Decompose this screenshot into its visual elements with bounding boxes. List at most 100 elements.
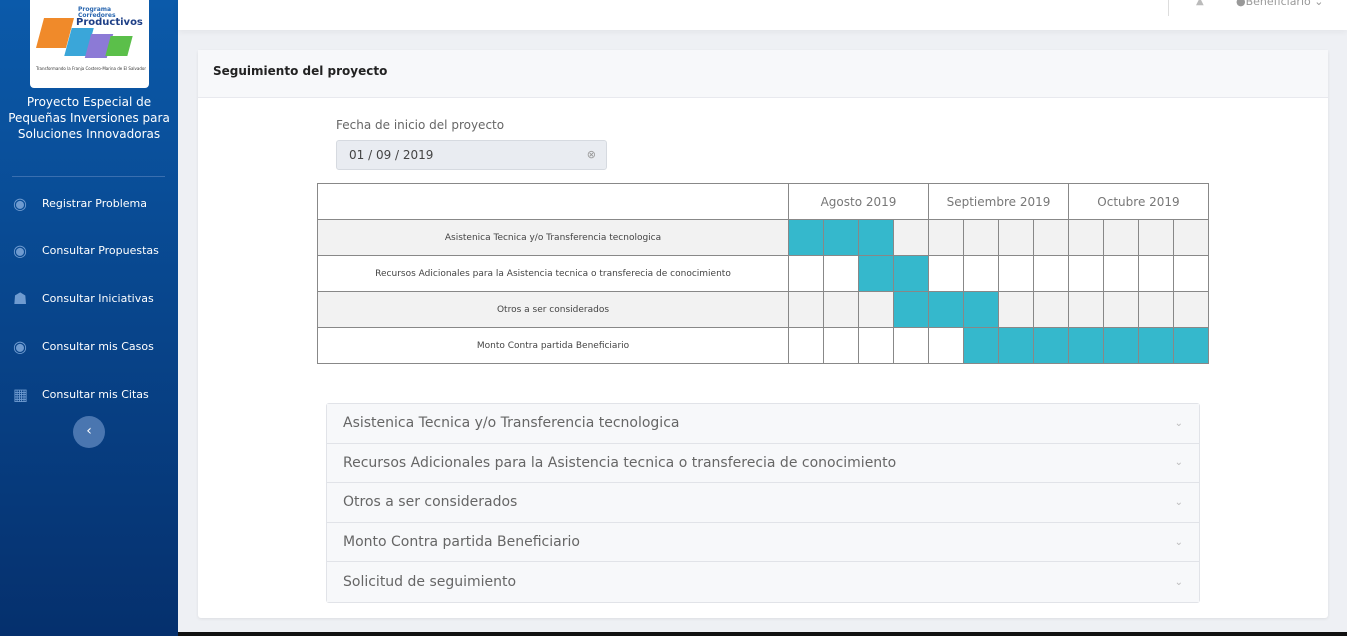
- eye-icon: ◉: [13, 193, 27, 213]
- bottom-border: [178, 632, 1347, 636]
- accordion: Asistenica Tecnica y/o Transferencia tec…: [326, 403, 1200, 603]
- accordion-item[interactable]: Solicitud de seguimiento ⌄: [327, 562, 1199, 602]
- week-cell: [963, 255, 999, 292]
- gantt-row: Otros a ser considerados: [317, 291, 1209, 328]
- accordion-item-label: Solicitud de seguimiento: [343, 574, 517, 591]
- week-cell: [823, 291, 859, 328]
- week-cell-active: [893, 291, 929, 328]
- chevron-down-icon: ⌄: [1174, 536, 1183, 548]
- week-cell-active: [893, 255, 929, 292]
- chevron-left-icon: ‹: [86, 423, 92, 439]
- week-cell: [998, 219, 1034, 256]
- week-cell: [823, 255, 859, 292]
- chevron-down-icon: ⌄: [1174, 457, 1183, 469]
- chevron-down-icon: ⌄: [1174, 576, 1183, 588]
- logo-tagline: Transformando la Franja Costero-Marina d…: [36, 66, 146, 71]
- week-cell: [1068, 255, 1104, 292]
- sidebar-item-label: Consultar Propuestas: [42, 243, 159, 257]
- gantt-corner: [317, 183, 789, 220]
- week-cell: [823, 327, 859, 364]
- eye-icon: ◉: [13, 240, 27, 260]
- collapse-sidebar-button[interactable]: ‹: [73, 416, 105, 448]
- month-header: Octubre 2019: [1068, 183, 1209, 220]
- card-title: Seguimiento del proyecto: [198, 50, 1328, 98]
- week-cell: [858, 327, 894, 364]
- week-cell-active: [858, 255, 894, 292]
- week-cell-active: [1068, 327, 1104, 364]
- date-label: Fecha de inicio del proyecto: [336, 118, 505, 132]
- week-cell-active: [963, 327, 999, 364]
- logo-line2: Productivos: [76, 17, 143, 28]
- accordion-item-label: Asistenica Tecnica y/o Transferencia tec…: [343, 415, 680, 432]
- activity-label: Monto Contra partida Beneficiario: [317, 327, 789, 364]
- accordion-item[interactable]: Monto Contra partida Beneficiario ⌄: [327, 522, 1199, 563]
- week-cell-active: [788, 219, 824, 256]
- project-title: Proyecto Especial de Pequeñas Inversione…: [8, 95, 170, 141]
- sidebar-item-consultar-propuestas[interactable]: ◉ Consultar Propuestas: [0, 239, 178, 261]
- chevron-down-icon: ⌄: [1174, 417, 1183, 429]
- month-header: Agosto 2019: [788, 183, 929, 220]
- week-cell: [928, 219, 964, 256]
- week-cell: [1033, 219, 1069, 256]
- activity-label: Asistenica Tecnica y/o Transferencia tec…: [317, 219, 789, 256]
- week-cell: [1138, 291, 1174, 328]
- clear-icon[interactable]: ⊗: [587, 148, 596, 161]
- week-cell: [1173, 291, 1209, 328]
- accordion-item-label: Monto Contra partida Beneficiario: [343, 534, 580, 551]
- users-icon: ☗: [13, 288, 28, 308]
- user-icon: ●: [1236, 0, 1246, 8]
- week-cell: [788, 291, 824, 328]
- gantt-row: Monto Contra partida Beneficiario: [317, 327, 1209, 364]
- sidebar-item-registrar-problema[interactable]: ◉ Registrar Problema: [0, 192, 178, 214]
- sidebar-item-consultar-mis-casos[interactable]: ◉ Consultar mis Casos: [0, 335, 178, 357]
- accordion-item[interactable]: Recursos Adicionales para la Asistencia …: [327, 443, 1199, 484]
- divider: [1168, 0, 1169, 16]
- gantt-header-row: Agosto 2019 Septiembre 2019 Octubre 2019: [317, 183, 1209, 220]
- user-name: Beneficiario: [1245, 0, 1311, 8]
- sidebar-item-consultar-iniciativas[interactable]: ☗ Consultar Iniciativas: [0, 287, 178, 309]
- week-cell: [893, 327, 929, 364]
- activity-label: Recursos Adicionales para la Asistencia …: [317, 255, 789, 292]
- week-cell-active: [823, 219, 859, 256]
- chevron-down-icon: ⌄: [1174, 496, 1183, 508]
- week-cell-active: [963, 291, 999, 328]
- week-cell-active: [998, 327, 1034, 364]
- week-cell: [1103, 219, 1139, 256]
- accordion-item-label: Otros a ser considerados: [343, 494, 518, 511]
- week-cell: [998, 291, 1034, 328]
- week-cell: [1103, 291, 1139, 328]
- chevron-down-icon: ⌄: [1314, 0, 1324, 8]
- sidebar-item-label: Consultar Iniciativas: [42, 291, 154, 305]
- activity-label: Otros a ser considerados: [317, 291, 789, 328]
- week-cell: [1138, 255, 1174, 292]
- sidebar: Programa Corredores Productivos Transfor…: [0, 0, 178, 636]
- eye-icon: ◉: [13, 336, 27, 356]
- week-cell-active: [1033, 327, 1069, 364]
- week-cell: [893, 219, 929, 256]
- week-cell: [1068, 291, 1104, 328]
- week-cell-active: [1103, 327, 1139, 364]
- divider: [12, 176, 165, 177]
- user-menu[interactable]: ●Beneficiario ⌄: [1236, 0, 1323, 8]
- week-cell: [1068, 219, 1104, 256]
- gantt-row: Asistenica Tecnica y/o Transferencia tec…: [317, 219, 1209, 256]
- week-cell: [858, 291, 894, 328]
- week-cell: [1173, 255, 1209, 292]
- project-tracking-card: Seguimiento del proyecto Fecha de inicio…: [198, 50, 1328, 618]
- week-cell: [788, 327, 824, 364]
- sidebar-item-label: Consultar mis Citas: [42, 387, 149, 401]
- week-cell: [1033, 291, 1069, 328]
- start-date-input[interactable]: 01 / 09 / 2019 ⊗: [336, 140, 607, 170]
- week-cell: [928, 255, 964, 292]
- accordion-item[interactable]: Asistenica Tecnica y/o Transferencia tec…: [327, 404, 1199, 444]
- accordion-item-label: Recursos Adicionales para la Asistencia …: [343, 454, 897, 471]
- accordion-item[interactable]: Otros a ser considerados ⌄: [327, 483, 1199, 523]
- sidebar-item-consultar-mis-citas[interactable]: ▦ Consultar mis Citas: [0, 383, 178, 405]
- week-cell: [963, 219, 999, 256]
- month-header: Septiembre 2019: [928, 183, 1069, 220]
- sidebar-item-label: Registrar Problema: [42, 196, 147, 210]
- week-cell: [1103, 255, 1139, 292]
- top-bar: ▲ ●Beneficiario ⌄: [178, 0, 1347, 30]
- bell-icon[interactable]: ▲: [1196, 0, 1204, 7]
- week-cell: [928, 327, 964, 364]
